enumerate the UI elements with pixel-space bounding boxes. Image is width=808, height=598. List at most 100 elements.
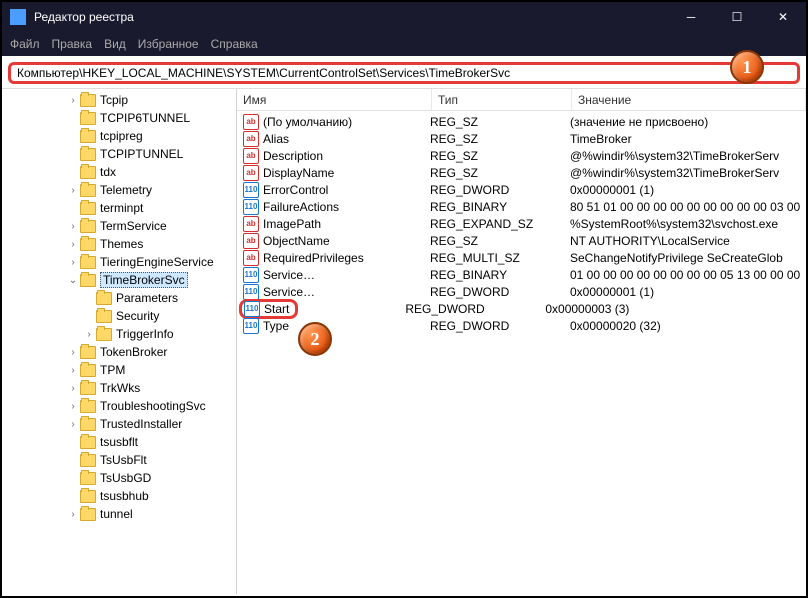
value-data: 0x00000001 (1) — [570, 183, 806, 197]
tree-label: TPM — [100, 363, 125, 377]
expand-icon[interactable]: › — [82, 329, 96, 340]
value-row[interactable]: abAliasREG_SZTimeBroker — [237, 130, 806, 147]
value-row[interactable]: 110FailureActionsREG_BINARY80 51 01 00 0… — [237, 198, 806, 215]
tree-item[interactable]: ›TroubleshootingSvc — [2, 397, 236, 415]
tree-item[interactable]: terminpt — [2, 199, 236, 217]
tree-item[interactable]: ›TrkWks — [2, 379, 236, 397]
folder-icon — [96, 292, 112, 305]
folder-icon — [96, 328, 112, 341]
value-type-icon: ab — [243, 131, 259, 147]
col-value[interactable]: Значение — [572, 89, 806, 110]
menu-edit[interactable]: Правка — [52, 37, 93, 51]
menu-file[interactable]: Файл — [10, 37, 40, 51]
expand-icon[interactable]: › — [66, 419, 80, 430]
expand-icon[interactable]: › — [66, 401, 80, 412]
value-row[interactable]: abObjectNameREG_SZNT AUTHORITY\LocalServ… — [237, 232, 806, 249]
tree-item[interactable]: tcpipreg — [2, 127, 236, 145]
address-input[interactable]: Компьютер\HKEY_LOCAL_MACHINE\SYSTEM\Curr… — [8, 62, 800, 84]
close-button[interactable]: ✕ — [760, 2, 806, 32]
menu-view[interactable]: Вид — [104, 37, 126, 51]
tree-label: TimeBrokerSvc — [100, 272, 188, 288]
tree-label: TrustedInstaller — [100, 417, 182, 431]
folder-icon — [80, 508, 96, 521]
tree-item[interactable]: TsUsbGD — [2, 469, 236, 487]
tree-item[interactable]: ›Tcpip — [2, 91, 236, 109]
folder-icon — [80, 238, 96, 251]
value-type-icon: 110 — [243, 199, 259, 215]
expand-icon[interactable]: › — [66, 257, 80, 268]
tree-item[interactable]: ›TriggerInfo — [2, 325, 236, 343]
tree-label: TsUsbFlt — [100, 453, 147, 467]
tree-item[interactable]: TsUsbFlt — [2, 451, 236, 469]
menu-help[interactable]: Справка — [211, 37, 258, 51]
expand-icon[interactable]: › — [66, 383, 80, 394]
value-name: Type — [263, 319, 430, 333]
menubar: Файл Правка Вид Избранное Справка — [2, 32, 806, 56]
tree-item[interactable]: TCPIPTUNNEL — [2, 145, 236, 163]
tree-item[interactable]: › TPM — [2, 361, 236, 379]
value-row[interactable]: 110Service…REG_BINARY01 00 00 00 00 00 0… — [237, 266, 806, 283]
tree-item[interactable]: ›Themes — [2, 235, 236, 253]
value-row[interactable]: ab(По умолчанию)REG_SZ(значение не присв… — [237, 113, 806, 130]
expand-icon[interactable]: › — [66, 509, 80, 520]
expand-icon[interactable]: ⌄ — [66, 275, 80, 286]
tree-item[interactable]: ⌄ TimeBrokerSvc — [2, 271, 236, 289]
value-row[interactable]: 110StartREG_DWORD0x00000003 (3) — [237, 300, 806, 317]
value-type-icon: ab — [243, 165, 259, 181]
content-area: ›TcpipTCPIP6TUNNELtcpipreg TCPIPTUNNEL tdx… — [2, 88, 806, 594]
values-list[interactable]: ab(По умолчанию)REG_SZ(значение не присв… — [237, 111, 806, 334]
value-row[interactable]: abDescriptionREG_SZ@%windir%\system32\Ti… — [237, 147, 806, 164]
folder-icon — [80, 274, 96, 287]
value-row[interactable]: abDisplayNameREG_SZ@%windir%\system32\Ti… — [237, 164, 806, 181]
tree-label: tsusbflt — [100, 435, 138, 449]
tree-item[interactable]: ›tunnel — [2, 505, 236, 523]
folder-icon — [80, 112, 96, 125]
minimize-button[interactable]: ─ — [668, 2, 714, 32]
tree-label: Parameters — [116, 291, 178, 305]
expand-icon[interactable]: › — [66, 185, 80, 196]
tree-label: TCPIPTUNNEL — [100, 147, 183, 161]
menu-favorites[interactable]: Избранное — [138, 37, 199, 51]
value-type-icon: ab — [243, 148, 259, 164]
folder-icon — [80, 400, 96, 413]
expand-icon[interactable]: › — [66, 347, 80, 358]
tree-item[interactable]: ›TokenBroker — [2, 343, 236, 361]
folder-icon — [80, 130, 96, 143]
value-name: FailureActions — [263, 200, 430, 214]
value-type: REG_SZ — [430, 234, 570, 248]
value-row[interactable]: 110ErrorControlREG_DWORD0x00000001 (1) — [237, 181, 806, 198]
value-row[interactable]: abImagePathREG_EXPAND_SZ%SystemRoot%\sys… — [237, 215, 806, 232]
value-row[interactable]: 110Service…REG_DWORD0x00000001 (1) — [237, 283, 806, 300]
tree-panel[interactable]: ›TcpipTCPIP6TUNNELtcpipreg TCPIPTUNNEL tdx… — [2, 89, 237, 594]
tree-item[interactable]: Security — [2, 307, 236, 325]
col-name[interactable]: Имя — [237, 89, 432, 110]
folder-icon — [80, 454, 96, 467]
expand-icon[interactable]: › — [66, 365, 80, 376]
tree-item[interactable]: ›TermService — [2, 217, 236, 235]
folder-icon — [80, 382, 96, 395]
tree-item[interactable]: TCPIP6TUNNEL — [2, 109, 236, 127]
app-icon — [10, 9, 26, 25]
value-type: REG_BINARY — [430, 200, 570, 214]
window-title: Редактор реестра — [34, 10, 668, 24]
tree-item[interactable]: tdx — [2, 163, 236, 181]
tree-item[interactable]: tsusbhub — [2, 487, 236, 505]
value-type: REG_DWORD — [430, 319, 570, 333]
value-name: (По умолчанию) — [263, 115, 430, 129]
col-type[interactable]: Тип — [432, 89, 572, 110]
tree-item[interactable]: ›TieringEngineService — [2, 253, 236, 271]
tree-item[interactable]: tsusbflt — [2, 433, 236, 451]
tree-item[interactable]: › TrustedInstaller — [2, 415, 236, 433]
tree-label: Telemetry — [100, 183, 152, 197]
expand-icon[interactable]: › — [66, 239, 80, 250]
value-type-icon: ab — [243, 216, 259, 232]
value-name: ImagePath — [263, 217, 430, 231]
value-row[interactable]: abRequiredPrivilegesREG_MULTI_SZSeChange… — [237, 249, 806, 266]
tree-item[interactable]: › Telemetry — [2, 181, 236, 199]
value-type: REG_DWORD — [430, 285, 570, 299]
expand-icon[interactable]: › — [66, 95, 80, 106]
expand-icon[interactable]: › — [66, 221, 80, 232]
value-type: REG_DWORD — [430, 183, 570, 197]
tree-item[interactable]: Parameters — [2, 289, 236, 307]
maximize-button[interactable]: ☐ — [714, 2, 760, 32]
